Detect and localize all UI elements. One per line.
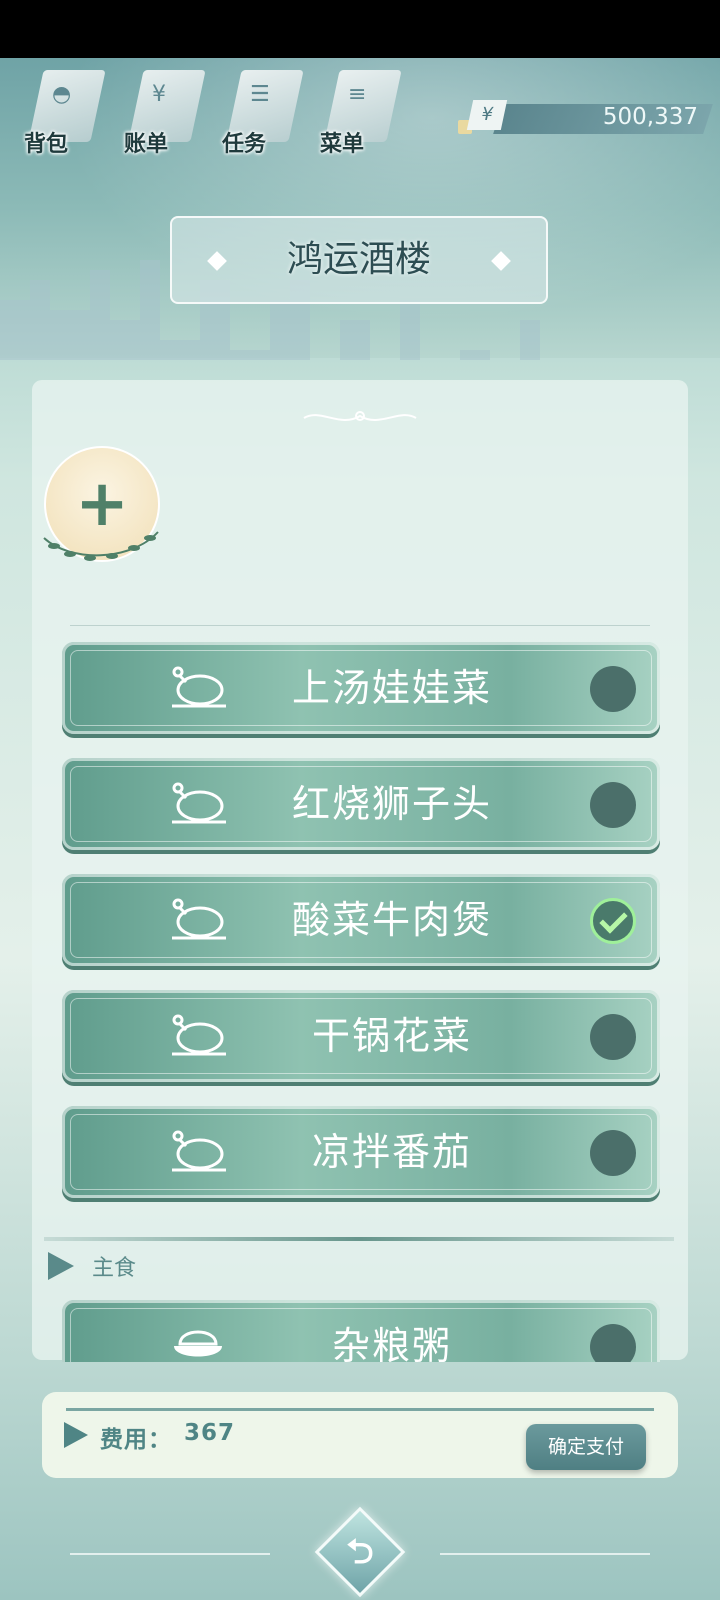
scroll-ornament-icon: [303, 411, 417, 421]
dish-item[interactable]: 干锅花菜: [62, 990, 660, 1082]
bag-icon: ◓: [52, 82, 72, 107]
section-label: 主食: [92, 1256, 137, 1281]
dish-item[interactable]: 酸菜牛肉煲: [62, 874, 660, 966]
dish-item[interactable]: 上汤娃娃菜: [62, 642, 660, 734]
nav-bill[interactable]: ¥ 账单: [118, 64, 208, 164]
nav-bag-label: 背包: [24, 132, 69, 157]
back-arrow-icon: ⮌: [346, 1532, 374, 1572]
yen-icon: ¥: [466, 100, 508, 130]
dish-name: 凉拌番茄: [311, 1130, 472, 1174]
task-icon: ☰: [250, 82, 270, 107]
fee-label: 费用：: [100, 1427, 172, 1453]
dish-select-toggle-checked[interactable]: [590, 898, 636, 944]
section-divider: [44, 1237, 674, 1241]
restaurant-title-box: 鸿运酒楼: [170, 216, 548, 304]
restaurant-title: 鸿运酒楼: [286, 239, 431, 280]
footer-deco-left: [70, 1553, 270, 1555]
nav-menu-label: 菜单: [320, 132, 365, 157]
roast-chicken-icon: [172, 898, 226, 940]
dish-name: 上汤娃娃菜: [291, 666, 492, 710]
roast-chicken-icon: [172, 1130, 226, 1172]
fee-triangle-icon: [64, 1422, 88, 1448]
rice-bowl-icon: [174, 1330, 222, 1357]
dish-item[interactable]: 红烧狮子头: [62, 758, 660, 850]
dish-select-toggle[interactable]: [590, 782, 636, 828]
dish-item[interactable]: 凉拌番茄: [62, 1106, 660, 1198]
dish-select-toggle[interactable]: [590, 666, 636, 712]
dish-select-toggle[interactable]: [590, 1324, 636, 1362]
nav-task-label: 任务: [222, 132, 267, 157]
dish-name: 红烧狮子头: [291, 782, 492, 826]
currency-display: ¥ 500,337: [458, 100, 713, 136]
status-bar: [0, 0, 720, 58]
dish-item[interactable]: 杂粮粥: [62, 1300, 660, 1362]
top-nav: ◓ 背包 ¥ 账单 ☰ 任务 ≡ 菜单: [18, 64, 418, 164]
fee-value: 367: [184, 1420, 236, 1446]
roast-chicken-icon: [172, 1014, 226, 1056]
payment-bar-line: [66, 1408, 654, 1411]
footer-deco-right: [440, 1553, 650, 1555]
expand-triangle-icon: [48, 1252, 74, 1280]
vine-decoration-icon: [43, 531, 159, 561]
nav-bill-label: 账单: [124, 132, 169, 157]
nav-bag[interactable]: ◓ 背包: [18, 64, 108, 164]
staple-list: 杂粮粥: [62, 1292, 660, 1362]
dish-name: 酸菜牛肉煲: [291, 898, 492, 942]
dish-name: 干锅花菜: [311, 1014, 472, 1058]
dish-name: 杂粮粥: [331, 1324, 452, 1362]
panel-divider: [70, 625, 650, 626]
payment-bar: 费用： 367 确定支付: [42, 1392, 678, 1478]
roast-chicken-icon: [172, 782, 226, 824]
nav-task[interactable]: ☰ 任务: [216, 64, 306, 164]
nav-menu[interactable]: ≡ 菜单: [314, 64, 404, 164]
dish-select-toggle[interactable]: [590, 1014, 636, 1060]
currency-value: 500,337: [602, 104, 698, 130]
dish-select-toggle[interactable]: [590, 1130, 636, 1176]
bill-icon: ¥: [152, 82, 166, 107]
menu-icon: ≡: [348, 82, 367, 107]
confirm-pay-button[interactable]: 确定支付: [526, 1424, 646, 1470]
roast-chicken-icon: [172, 666, 226, 708]
